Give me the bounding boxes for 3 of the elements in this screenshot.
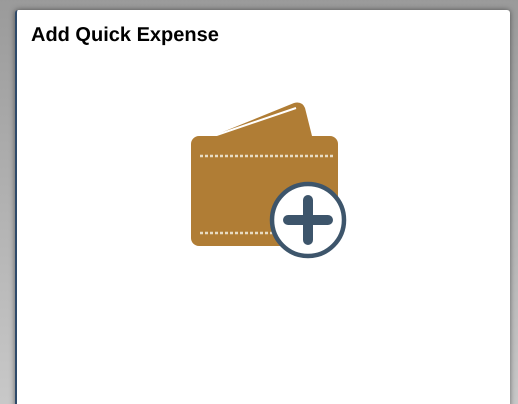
- tile-title: Add Quick Expense: [31, 24, 220, 47]
- wallet-plus-icon: [188, 100, 348, 260]
- tile-card[interactable]: Add Quick Expense: [15, 10, 510, 404]
